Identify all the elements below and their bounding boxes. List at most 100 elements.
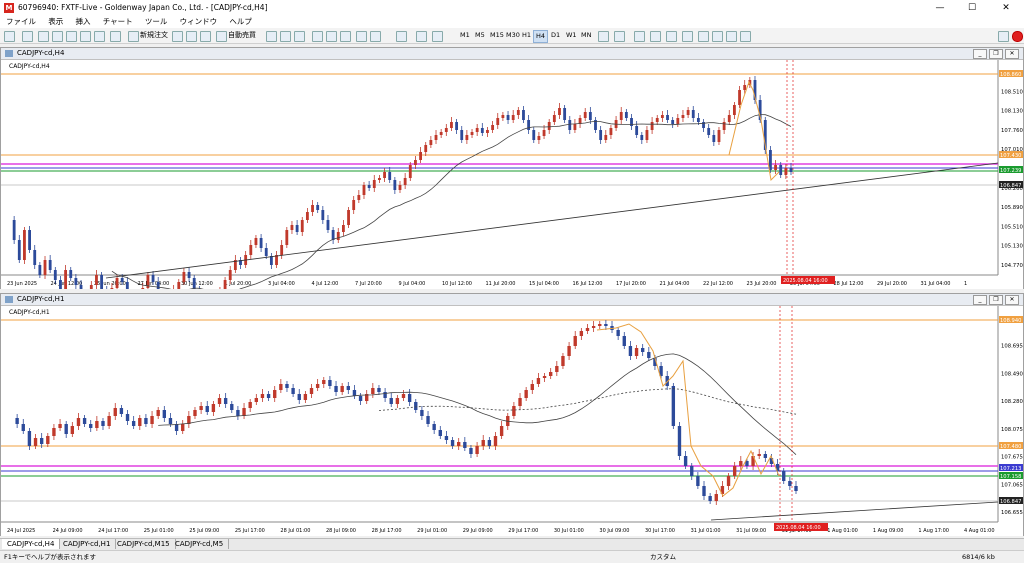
fibonacci-icon[interactable] <box>698 31 709 42</box>
data-window-icon[interactable] <box>52 31 63 42</box>
candle-body <box>217 398 222 404</box>
arrows-icon[interactable] <box>740 31 751 42</box>
menu-help[interactable]: ヘルプ <box>229 16 252 28</box>
bar-chart-icon[interactable] <box>266 31 277 42</box>
options-icon[interactable] <box>110 31 121 42</box>
menu-file[interactable]: ファイル <box>6 16 36 28</box>
candle-body <box>635 126 639 135</box>
candle-body <box>254 238 258 245</box>
time-tick-label: 24 Jul 17:00 <box>98 528 128 534</box>
vertical-line-icon[interactable] <box>634 31 645 42</box>
zoom-in-icon[interactable] <box>312 31 323 42</box>
zoom-out-icon[interactable] <box>326 31 337 42</box>
new-order-icon[interactable] <box>128 31 139 42</box>
indicators-icon[interactable] <box>396 31 407 42</box>
candle-chart-icon[interactable] <box>280 31 291 42</box>
candle-body <box>426 416 430 424</box>
candle-body <box>21 424 25 431</box>
price-tick-label: 108.695 <box>1001 344 1023 350</box>
minimize-button[interactable]: — <box>928 2 952 14</box>
channel-icon[interactable] <box>682 31 693 42</box>
templates-icon[interactable] <box>432 31 443 42</box>
new-chart-icon[interactable] <box>4 31 15 42</box>
label-icon[interactable] <box>726 31 737 42</box>
candle-body <box>717 130 721 142</box>
candle-body <box>774 165 777 170</box>
h4-minimize-button[interactable]: _ <box>973 49 987 59</box>
candle-body <box>334 386 338 392</box>
candle-body <box>12 220 16 240</box>
time-tick-label: 21 Jul 04:00 <box>660 281 690 287</box>
candle-body <box>174 424 179 431</box>
candle-body <box>141 288 145 289</box>
candle-body <box>260 394 265 398</box>
autoscroll-icon[interactable] <box>356 31 367 42</box>
maximize-button[interactable]: ☐ <box>960 2 984 14</box>
timeframe-m5[interactable]: M5 <box>473 30 487 41</box>
candle-body <box>53 270 57 280</box>
market-icon[interactable] <box>200 31 211 42</box>
menu-tools[interactable]: ツール <box>145 16 168 28</box>
signals-icon[interactable] <box>186 31 197 42</box>
cursor-icon[interactable] <box>598 31 609 42</box>
auto-trade-icon[interactable] <box>216 31 227 42</box>
tab-cadjpy-m5[interactable]: CADJPY-cd,M5 <box>170 539 230 549</box>
navigator-icon[interactable] <box>66 31 77 42</box>
h1-close-button[interactable]: ✕ <box>1005 295 1019 305</box>
candle-body <box>125 414 130 421</box>
trendline-icon[interactable] <box>666 31 677 42</box>
price-tick-label: 107.675 <box>1001 455 1023 461</box>
chart-h1-canvas[interactable]: CADJPY-cd,H1108.900108.695108.490108.280… <box>1 306 1023 536</box>
timeframe-h4[interactable]: H4 <box>533 30 549 43</box>
h1-minimize-button[interactable]: _ <box>973 295 987 305</box>
candle-body <box>579 331 584 336</box>
search-icon[interactable] <box>998 31 1009 42</box>
chart-h4-canvas[interactable]: CADJPY-cd,H4108.880108.510108.130107.760… <box>1 60 1023 289</box>
market-watch-icon[interactable] <box>38 31 49 42</box>
new-order-button[interactable]: 新規注文 <box>140 30 168 41</box>
chart-shift-icon[interactable] <box>370 31 381 42</box>
periods-icon[interactable] <box>416 31 427 42</box>
timeframe-mn[interactable]: MN <box>579 30 593 41</box>
line-chart-icon[interactable] <box>294 31 305 42</box>
h4-restore-button[interactable]: ❐ <box>989 49 1003 59</box>
metaeditor-icon[interactable] <box>172 31 183 42</box>
candle-body <box>377 388 381 392</box>
terminal-icon[interactable] <box>80 31 91 42</box>
crosshair-icon[interactable] <box>614 31 625 42</box>
tile-windows-icon[interactable] <box>340 31 351 42</box>
chart-window-h1[interactable]: CADJPY-cd,H1 _ ❐ ✕ CADJPY-cd,H1108.90010… <box>0 293 1024 536</box>
candle-body <box>269 256 273 265</box>
timeframe-d1[interactable]: D1 <box>549 30 562 41</box>
tab-cadjpy-m15[interactable]: CADJPY-cd,M15 <box>112 539 176 549</box>
tab-cadjpy-h1[interactable]: CADJPY-cd,H1 <box>58 539 117 549</box>
timeframe-h1[interactable]: H1 <box>520 30 533 41</box>
candle-body <box>113 408 117 416</box>
candle-body <box>585 328 590 331</box>
horizontal-line-icon[interactable] <box>650 31 661 42</box>
menu-insert[interactable]: 挿入 <box>75 16 90 28</box>
chart-icon <box>5 50 13 57</box>
menu-chart[interactable]: チャート <box>103 16 133 28</box>
notification-icon[interactable] <box>1012 31 1023 42</box>
candle-body <box>46 436 50 444</box>
candle-body <box>555 366 559 372</box>
candle-body <box>285 384 289 388</box>
h4-close-button[interactable]: ✕ <box>1005 49 1019 59</box>
text-icon[interactable] <box>712 31 723 42</box>
profiles-icon[interactable] <box>22 31 33 42</box>
candle-body <box>79 285 83 289</box>
auto-trade-button[interactable]: 自動売買 <box>228 30 256 41</box>
timeframe-w1[interactable]: W1 <box>564 30 579 41</box>
close-button[interactable]: ✕ <box>994 2 1018 14</box>
tab-cadjpy-h4[interactable]: CADJPY-cd,H4 <box>2 539 61 549</box>
chart-window-h4[interactable]: CADJPY-cd,H4 _ ❐ ✕ CADJPY-cd,H4108.88010… <box>0 47 1024 289</box>
tester-icon[interactable] <box>94 31 105 42</box>
status-profile: カスタム <box>650 553 676 561</box>
timeframe-m1[interactable]: M1 <box>458 30 472 41</box>
menu-window[interactable]: ウィンドウ <box>180 16 218 28</box>
h1-restore-button[interactable]: ❐ <box>989 295 1003 305</box>
candle-body <box>378 178 381 180</box>
menu-view[interactable]: 表示 <box>48 16 63 28</box>
price-tick-label: 105.890 <box>1001 205 1023 211</box>
